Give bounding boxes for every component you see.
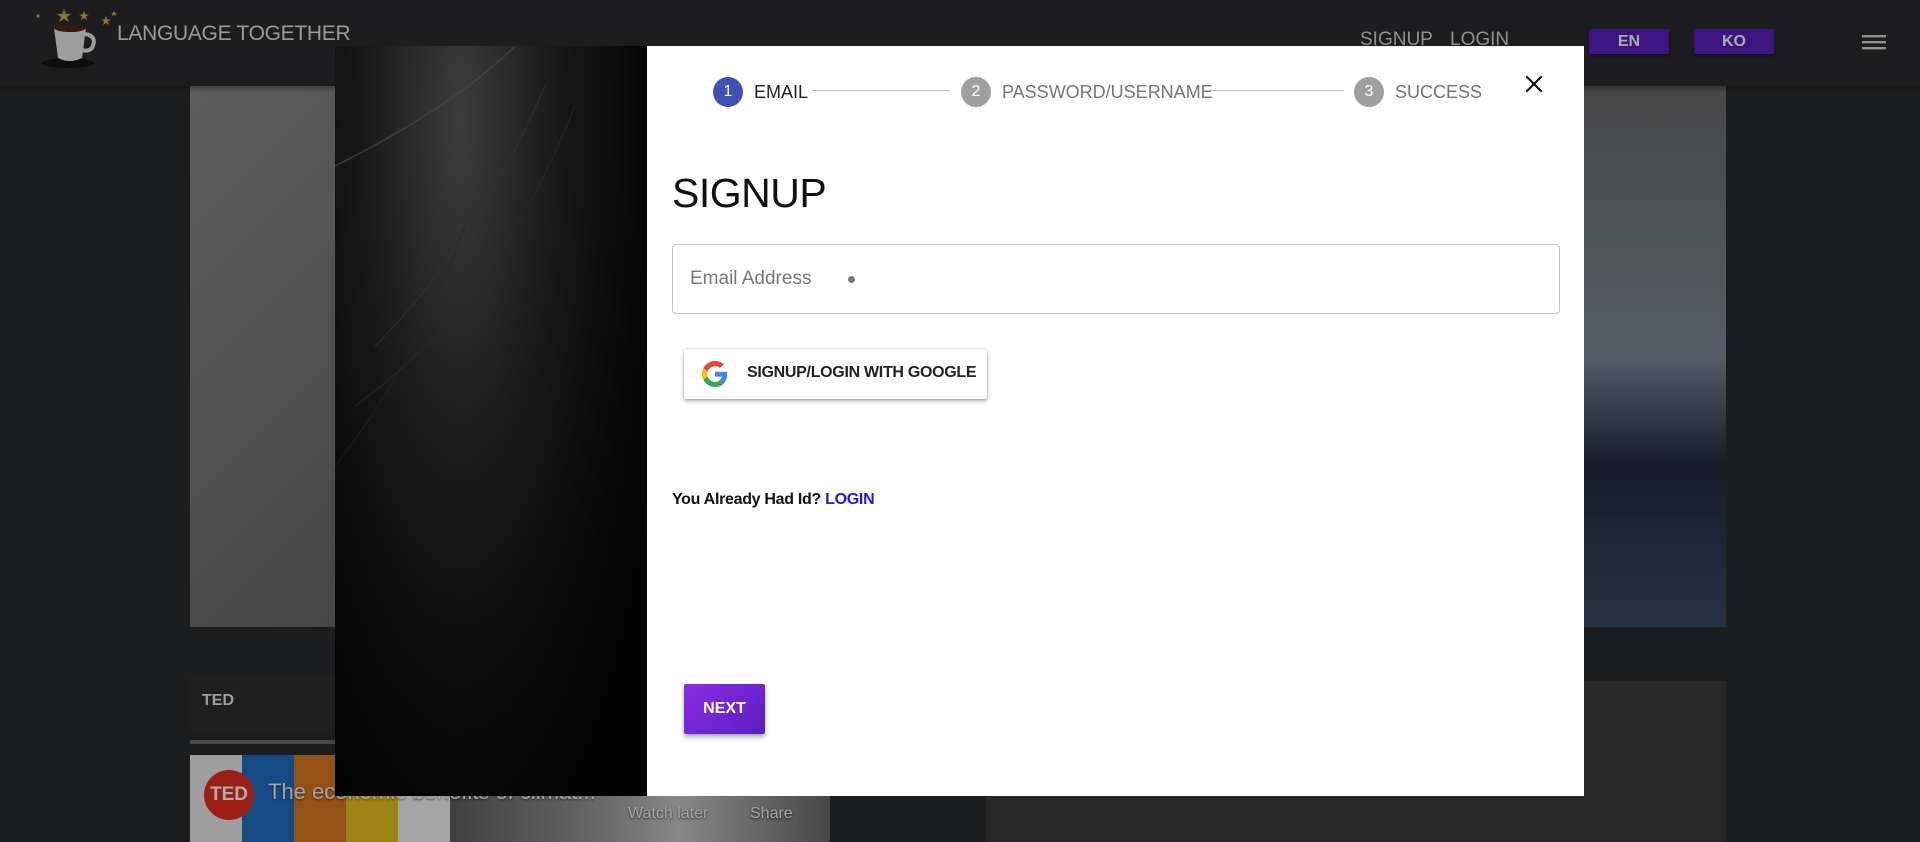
step-label: PASSWORD/USERNAME [1002, 81, 1213, 102]
step-connector [812, 90, 950, 91]
step-number: 2 [961, 77, 991, 107]
email-input[interactable] [673, 245, 1559, 313]
step-success: 3 SUCCESS [1354, 77, 1482, 107]
close-icon[interactable] [1522, 72, 1546, 96]
step-number: 3 [1354, 77, 1384, 107]
already-have-account: You Already Had Id? LOGIN [672, 491, 875, 509]
step-label: SUCCESS [1395, 81, 1483, 102]
already-text: You Already Had Id? [672, 491, 821, 508]
modal-side-image [335, 46, 648, 796]
modal-title: SIGNUP [672, 170, 827, 216]
required-indicator [848, 276, 855, 283]
login-link[interactable]: LOGIN [825, 491, 874, 508]
side-image-texture [335, 46, 576, 467]
step-password-username: 2 PASSWORD/USERNAME [961, 77, 1213, 107]
google-icon [702, 361, 728, 387]
step-number: 1 [713, 77, 743, 107]
signup-modal: 1 EMAIL 2 PASSWORD/USERNAME 3 SUCCESS SI… [647, 46, 1584, 796]
next-button[interactable]: NEXT [684, 684, 765, 734]
step-label: EMAIL [754, 81, 809, 102]
google-signup-button[interactable]: SIGNUP/LOGIN WITH GOOGLE [684, 349, 987, 399]
step-connector [1207, 90, 1344, 91]
email-field[interactable] [672, 244, 1560, 314]
step-email: 1 EMAIL [713, 77, 808, 107]
google-button-label: SIGNUP/LOGIN WITH GOOGLE [747, 364, 977, 381]
